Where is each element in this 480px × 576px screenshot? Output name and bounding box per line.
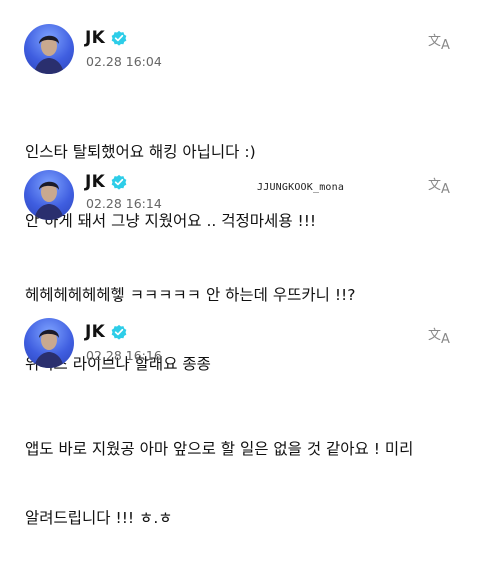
svg-text:文: 文 (428, 178, 441, 193)
watermark: JJUNGKOOK_mona (257, 182, 345, 193)
post-line: 알려드립니다 !!! ㅎ.ㅎ (25, 509, 173, 527)
author-row: JK (85, 172, 128, 192)
translate-icon[interactable]: 文 A (428, 30, 456, 52)
avatar[interactable] (24, 170, 74, 220)
verified-badge-icon (111, 30, 127, 46)
author-name[interactable]: JK (85, 172, 105, 192)
timestamp: 02.28 16:04 (86, 54, 162, 69)
svg-text:文: 文 (428, 34, 441, 49)
translate-icon[interactable]: 文 A (428, 324, 456, 346)
avatar-portrait-icon (34, 329, 64, 368)
post-line: 앱도 바로 지웠공 아마 앞으로 할 일은 없을 것 같아요 ! 미리 (25, 440, 414, 458)
svg-text:文: 文 (428, 328, 441, 343)
avatar[interactable] (24, 318, 74, 368)
post-line: 헤헤헤헤헤헤헿 ㅋㅋㅋㅋㅋ 안 하는데 우뜨카니 !!? (25, 286, 356, 304)
timestamp: 02.28 16:14 (86, 196, 162, 211)
svg-text:A: A (441, 38, 450, 52)
svg-text:A: A (441, 332, 450, 346)
post-line: 안 하게 돼서 그냥 지웠어요 .. 걱정마세용 !!! (25, 212, 317, 230)
post-line: 인스타 탈퇴했어요 해킹 아닙니다 :) (25, 143, 256, 161)
author-row: JK (85, 28, 128, 48)
verified-badge-icon (111, 324, 127, 340)
post-line: 위버스 라이브나 할래요 종종 (25, 355, 211, 373)
avatar-portrait-icon (34, 35, 64, 74)
verified-badge-icon (111, 174, 127, 190)
avatar[interactable] (24, 24, 74, 74)
author-name[interactable]: JK (85, 28, 105, 48)
author-name[interactable]: JK (85, 322, 105, 342)
translate-icon[interactable]: 文 A (428, 174, 456, 196)
avatar-portrait-icon (34, 181, 64, 220)
timestamp: 02.28 16:16 (86, 348, 162, 363)
author-row: JK (85, 322, 128, 342)
post-body: 앱도 바로 지웠공 아마 앞으로 할 일은 없을 것 같아요 ! 미리 알려드립… (25, 392, 413, 576)
svg-text:A: A (441, 182, 450, 196)
